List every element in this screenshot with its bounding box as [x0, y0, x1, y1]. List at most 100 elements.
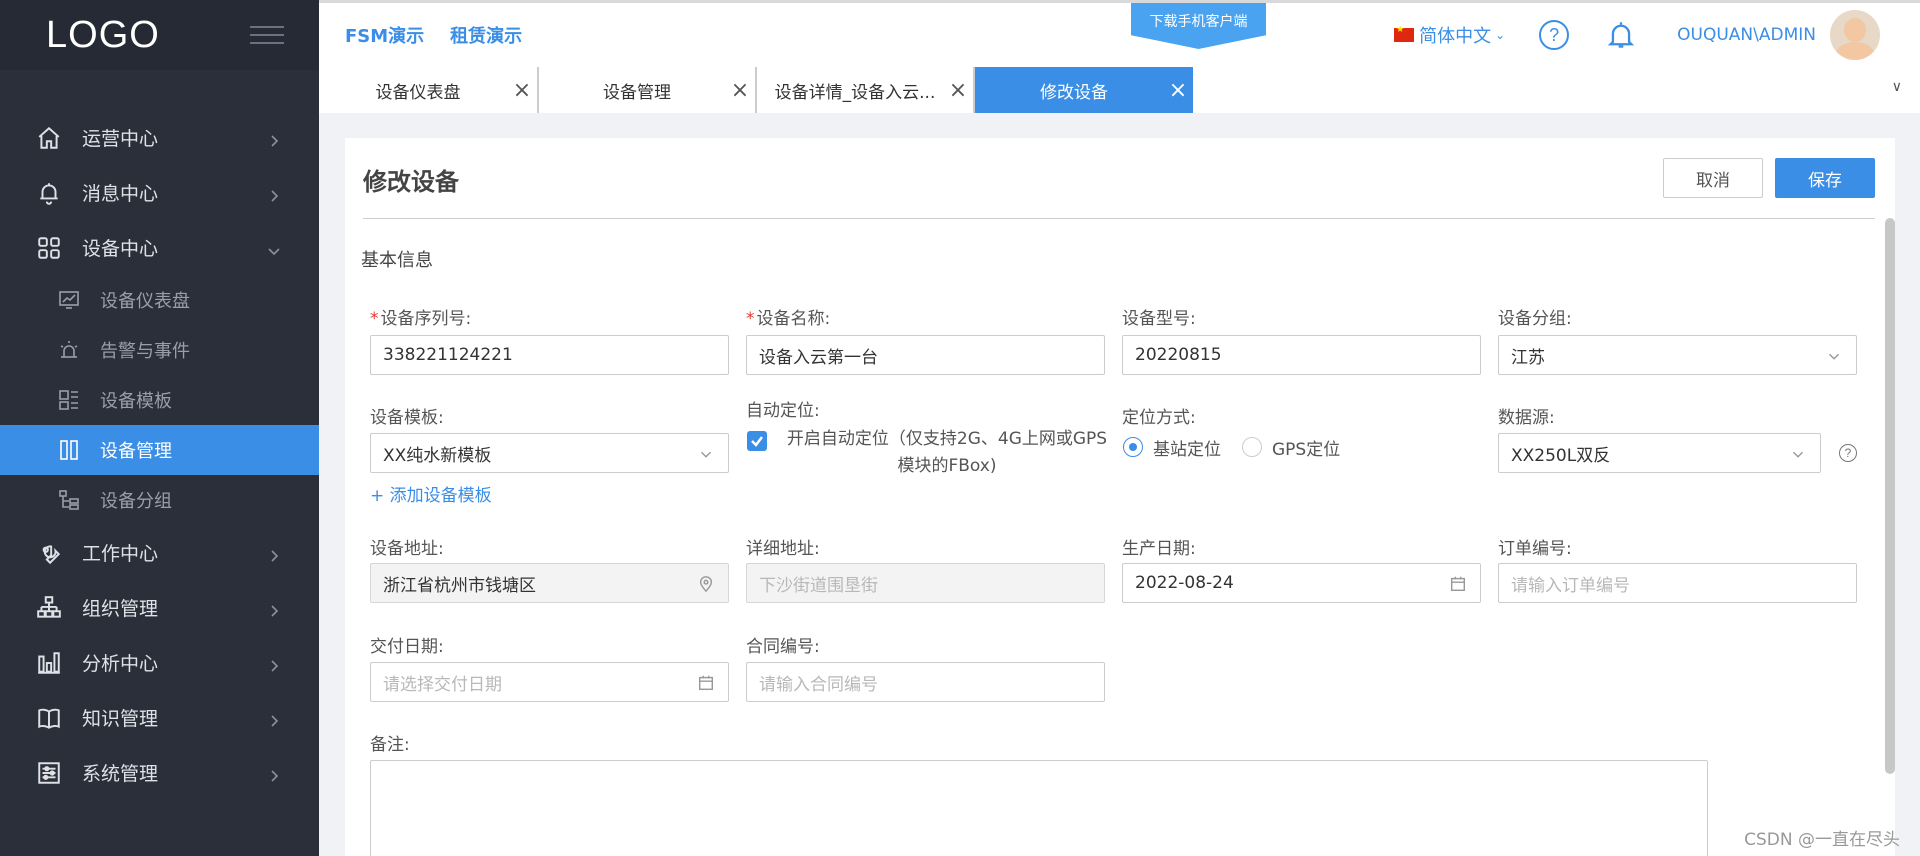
collapse-menu-icon[interactable]	[250, 26, 284, 44]
sidebar-subitem-label: 设备模板	[100, 391, 172, 412]
sidebar-subitem-label: 设备管理	[100, 441, 172, 462]
device-model-input[interactable]: 20220815	[1122, 335, 1481, 375]
bell-icon	[34, 178, 64, 208]
tab-device-dashboard[interactable]: 设备仪表盘 ×	[319, 67, 539, 113]
chevron-right-icon	[267, 546, 281, 562]
tab-device-management[interactable]: 设备管理 ×	[539, 67, 757, 113]
datasource-select[interactable]: XX250L双反	[1498, 433, 1821, 473]
radio-base-station-label[interactable]: 基站定位	[1153, 435, 1221, 460]
avatar[interactable]	[1830, 10, 1880, 60]
device-name-input[interactable]: 设备入云第一台	[746, 335, 1105, 375]
sidebar-item-knowledge[interactable]: 知识管理	[0, 690, 319, 745]
user-name[interactable]: OUQUAN\ADMIN	[1677, 25, 1816, 45]
book-icon	[34, 703, 64, 733]
chevron-down-icon: ⌄	[1495, 28, 1506, 42]
header-right: 简体中文 ⌄ ? OUQUAN\ADMIN	[1394, 3, 1920, 67]
chevron-right-icon	[267, 766, 281, 782]
language-label: 简体中文	[1419, 26, 1492, 47]
page-title: 修改设备	[363, 168, 459, 196]
close-icon[interactable]: ×	[725, 78, 755, 103]
radio-gps-label[interactable]: GPS定位	[1272, 435, 1340, 460]
help-icon[interactable]: ?	[1539, 20, 1570, 50]
calendar-icon	[1448, 574, 1468, 594]
tabs-more-chevron-icon[interactable]: ∨	[1892, 79, 1902, 95]
tab-edit-device[interactable]: 修改设备 ×	[975, 67, 1193, 113]
sidebar-subitem-label: 告警与事件	[100, 341, 190, 362]
chevron-down-icon	[1824, 346, 1844, 366]
close-icon[interactable]: ×	[1163, 78, 1193, 103]
chevron-right-icon	[267, 656, 281, 672]
sidebar-subitem-device-groups[interactable]: 设备分组	[0, 475, 319, 525]
detail-address-input: 下沙街道围垦街	[746, 563, 1105, 603]
sidebar-item-organization[interactable]: 组织管理	[0, 580, 319, 635]
sidebar-item-system[interactable]: 系统管理	[0, 745, 319, 800]
tab-bar: 设备仪表盘 × 设备管理 × 设备详情_设备入云... × 修改设备 × ∨	[319, 67, 1920, 113]
close-icon[interactable]: ×	[943, 78, 973, 103]
sidebar-item-messages[interactable]: 消息中心	[0, 165, 319, 220]
tab-label: 设备详情_设备入云...	[774, 82, 936, 103]
datasource-label: 数据源:	[1498, 408, 1555, 428]
chevron-right-icon	[267, 131, 281, 147]
address-label: 设备地址:	[370, 539, 444, 559]
contract-no-input[interactable]: 请输入合同编号	[746, 662, 1105, 702]
delivery-date-input[interactable]: 请选择交付日期	[370, 662, 729, 702]
close-icon[interactable]: ×	[507, 78, 537, 103]
sidebar-item-work[interactable]: 工作中心	[0, 525, 319, 580]
sidebar-header: LOGO	[0, 0, 319, 70]
notification-bell-icon[interactable]	[1607, 20, 1637, 50]
edit-device-card: 修改设备 取消 保存 基本信息 * 设备序列号: 338221124221 * 设备…	[345, 138, 1895, 856]
group-tree-icon	[56, 487, 82, 513]
serial-label: * 设备序列号:	[370, 309, 472, 329]
add-template-link[interactable]: + 添加设备模板	[370, 481, 492, 506]
chevron-down-icon	[696, 444, 716, 464]
wrench-icon	[34, 538, 64, 568]
sidebar-subitem-device-management[interactable]: 设备管理	[0, 425, 319, 475]
calendar-icon	[696, 673, 716, 693]
order-no-label: 订单编号:	[1498, 539, 1572, 559]
sidebar-item-devices[interactable]: 设备中心	[0, 220, 319, 275]
auto-locate-checkbox[interactable]	[747, 431, 767, 451]
tab-device-detail[interactable]: 设备详情_设备入云... ×	[757, 67, 975, 113]
bar-chart-icon	[34, 648, 64, 678]
header-link-rental-demo[interactable]: 租赁演示	[450, 22, 522, 48]
home-icon	[34, 123, 64, 153]
template-select[interactable]: XX纯水新模板	[370, 433, 729, 473]
alarm-light-icon	[56, 337, 82, 363]
device-group-label: 设备分组:	[1498, 309, 1572, 329]
language-selector[interactable]: 简体中文 ⌄	[1394, 22, 1505, 48]
sidebar-item-operations[interactable]: 运营中心	[0, 110, 319, 165]
sidebar-subitem-templates[interactable]: 设备模板	[0, 375, 319, 425]
sidebar: LOGO 运营中心 消息中心 设备中心 设备仪表盘 告警与事件 设备模板 设备管…	[0, 0, 319, 856]
sidebar-item-analysis[interactable]: 分析中心	[0, 635, 319, 690]
delivery-date-label: 交付日期:	[370, 637, 444, 657]
chevron-down-icon	[267, 241, 281, 255]
china-flag-icon	[1394, 25, 1415, 42]
template-label: 设备模板:	[370, 408, 444, 428]
chevron-right-icon	[267, 711, 281, 727]
download-app-button[interactable]: 下载手机客户端	[1131, 3, 1266, 49]
cancel-button[interactable]: 取消	[1663, 158, 1763, 198]
chevron-right-icon	[267, 601, 281, 617]
scrollbar[interactable]	[1885, 218, 1895, 774]
header-link-fsm-demo[interactable]: FSM演示	[345, 22, 424, 48]
sidebar-menu: 运营中心 消息中心 设备中心 设备仪表盘 告警与事件 设备模板 设备管理 设备分…	[0, 110, 319, 800]
location-pin-icon[interactable]	[696, 574, 716, 594]
save-button[interactable]: 保存	[1775, 158, 1875, 198]
datasource-help-icon[interactable]: ?	[1839, 444, 1857, 462]
device-model-label: 设备型号:	[1122, 309, 1196, 329]
serial-input[interactable]: 338221124221	[370, 335, 729, 375]
detail-address-label: 详细地址:	[746, 539, 820, 559]
device-name-label: * 设备名称:	[746, 309, 831, 329]
remark-textarea[interactable]	[370, 760, 1708, 856]
address-input[interactable]: 浙江省杭州市钱塘区	[370, 563, 729, 603]
radio-base-station[interactable]	[1123, 437, 1143, 457]
remark-label: 备注:	[370, 735, 410, 755]
order-no-input[interactable]: 请输入订单编号	[1498, 563, 1857, 603]
production-date-input[interactable]: 2022-08-24	[1122, 563, 1481, 603]
sidebar-subitem-device-dashboard[interactable]: 设备仪表盘	[0, 275, 319, 325]
radio-gps[interactable]	[1242, 437, 1262, 457]
sidebar-subitem-alarms[interactable]: 告警与事件	[0, 325, 319, 375]
columns-icon	[56, 437, 82, 463]
device-group-select[interactable]: 江苏	[1498, 335, 1857, 375]
production-date-label: 生产日期:	[1122, 539, 1196, 559]
